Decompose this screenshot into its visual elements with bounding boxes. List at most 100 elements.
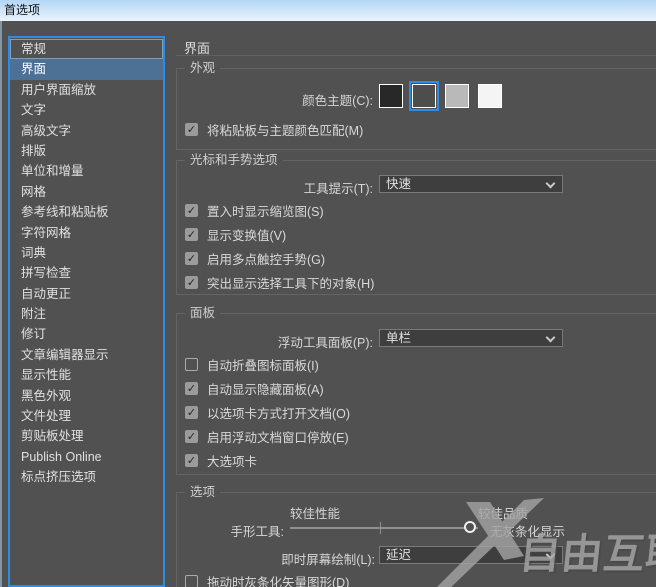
- check-icon: ✓: [187, 576, 196, 587]
- check-icon: ✓: [186, 253, 197, 265]
- checkbox-open-docs-as-tabs[interactable]: ✓ 以选项卡方式打开文档(O): [185, 403, 350, 421]
- sidebar-item[interactable]: 文章编辑器显示: [10, 345, 163, 365]
- check-icon: ✓: [186, 277, 197, 289]
- window-left-border: [0, 21, 2, 587]
- sidebar-item[interactable]: 参考线和粘贴板: [10, 202, 163, 222]
- better-performance-label: 较佳性能: [290, 507, 341, 521]
- live-screen-drawing-dropdown[interactable]: 延迟: [379, 546, 563, 564]
- checkbox-show-transform-values[interactable]: ✓ 显示变换值(V): [185, 225, 286, 243]
- checkbox-box[interactable]: ✓: [185, 430, 198, 443]
- checkbox-label: 显示变换值(V): [207, 229, 287, 243]
- sidebar-item[interactable]: 显示性能: [10, 365, 163, 385]
- appearance-legend: 外观: [185, 61, 221, 76]
- hand-tool-slider[interactable]: [290, 521, 480, 535]
- checkbox-box[interactable]: ✓: [185, 123, 198, 136]
- color-theme-label: 颜色主题(C):: [302, 94, 373, 108]
- checkbox-label: 自动折叠图标面板(I): [207, 359, 319, 373]
- check-icon: ✓: [186, 229, 197, 241]
- checkbox-highlight-object[interactable]: ✓ 突出显示选择工具下的对象(H): [185, 273, 374, 291]
- sidebar-item[interactable]: 自动更正: [10, 284, 163, 304]
- slider-track[interactable]: [290, 527, 478, 529]
- checkbox-large-tabs[interactable]: ✓ 大选项卡: [185, 451, 257, 469]
- check-icon: ✓: [186, 407, 197, 419]
- checkbox-label: 启用浮动文档窗口停放(E): [207, 431, 349, 445]
- sidebar-item[interactable]: 排版: [10, 141, 163, 161]
- checkbox-label: 拖动时灰条化矢量图形(D): [207, 576, 350, 587]
- check-icon: ✓: [187, 359, 196, 371]
- checkbox-auto-collapse-panels[interactable]: ✓ 自动折叠图标面板(I): [185, 355, 319, 373]
- live-screen-drawing-label: 即时屏幕绘制(L):: [281, 553, 375, 567]
- checkbox-box[interactable]: ✓: [185, 382, 198, 395]
- better-quality-label: 较佳品质: [478, 507, 529, 521]
- theme-swatch-darkest[interactable]: [379, 84, 403, 108]
- check-icon: ✓: [186, 124, 197, 136]
- checkbox-multitouch-gestures[interactable]: ✓ 启用多点触控手势(G): [185, 249, 325, 267]
- checkbox-greek-vector-graphics[interactable]: ✓ 拖动时灰条化矢量图形(D): [185, 572, 350, 587]
- options-legend: 选项: [185, 485, 221, 500]
- sidebar-item[interactable]: 用户界面缩放: [10, 80, 163, 100]
- sidebar-item[interactable]: 词典: [10, 243, 163, 263]
- chevron-down-icon: [545, 332, 556, 343]
- tooltips-label: 工具提示(T):: [303, 182, 373, 196]
- sidebar-list: 常规 界面 用户界面缩放 文字 高级文字 排版 单位和增量 网格 参考线和粘贴板 字符网格 词典 拼写…: [8, 36, 165, 587]
- checkbox-box[interactable]: ✓: [185, 575, 198, 587]
- checkbox-label: 启用多点触控手势(G): [207, 253, 326, 267]
- check-icon: ✓: [186, 205, 197, 217]
- sidebar-item[interactable]: 字符网格: [10, 223, 163, 243]
- sidebar-item[interactable]: Publish Online: [10, 447, 163, 467]
- checkbox-box[interactable]: ✓: [185, 228, 198, 241]
- sidebar-item[interactable]: 文字: [10, 100, 163, 120]
- cursor-gesture-group: 光标和手势选项 工具提示(T): 快速 ✓ 置入时显示缩览图(S) ✓ 显示变换值(…: [176, 153, 656, 295]
- sidebar-item[interactable]: 文件处理: [10, 406, 163, 426]
- floating-tools-value: 单栏: [386, 331, 412, 345]
- checkbox-box[interactable]: ✓: [185, 406, 198, 419]
- window-title: 首选项: [4, 3, 41, 17]
- sidebar-item[interactable]: 网格: [10, 182, 163, 202]
- checkbox-match-pasteboard[interactable]: ✓ 将粘贴板与主题颜色匹配(M): [185, 120, 363, 138]
- sidebar-item[interactable]: 界面: [10, 59, 163, 80]
- checkbox-box[interactable]: ✓: [185, 252, 198, 265]
- sidebar-item[interactable]: 附注: [10, 304, 163, 324]
- checkbox-auto-show-hidden-panels[interactable]: ✓ 自动显示隐藏面板(A): [185, 379, 324, 397]
- checkbox-label: 以选项卡方式打开文档(O): [207, 407, 351, 421]
- check-icon: ✓: [186, 383, 197, 395]
- window-titlebar[interactable]: 首选项: [0, 0, 656, 21]
- appearance-group: 外观 颜色主题(C): ✓ 将粘贴板与主题颜色匹配(M): [176, 61, 656, 150]
- sidebar-item[interactable]: 标点挤压选项: [10, 467, 163, 487]
- slider-thumb[interactable]: [464, 521, 476, 533]
- sidebar-item[interactable]: 黑色外观: [10, 386, 163, 406]
- checkbox-box[interactable]: ✓: [185, 276, 198, 289]
- cursor-gesture-legend: 光标和手势选项: [185, 153, 283, 168]
- sidebar-item[interactable]: 修订: [10, 324, 163, 344]
- floating-tools-label: 浮动工具面板(P):: [277, 336, 373, 350]
- check-icon: ✓: [186, 431, 197, 443]
- theme-swatch-lightest[interactable]: [478, 84, 502, 108]
- slider-midpoint-tick: [380, 522, 381, 534]
- checkbox-enable-floating-window-docking[interactable]: ✓ 启用浮动文档窗口停放(E): [185, 427, 349, 445]
- title-divider: [176, 55, 656, 56]
- panels-legend: 面板: [185, 306, 221, 321]
- no-greeking-label: 无灰条化显示: [490, 525, 566, 539]
- checkbox-box[interactable]: ✓: [185, 358, 198, 371]
- check-icon: ✓: [186, 455, 197, 467]
- checkbox-box[interactable]: ✓: [185, 454, 198, 467]
- theme-swatch-light-gray[interactable]: [445, 84, 469, 108]
- preferences-dialog: { "window": { "title": "首选项" }, "sidebar…: [0, 0, 656, 587]
- panels-group: 面板 浮动工具面板(P): 单栏 ✓ 自动折叠图标面板(I) ✓ 自动显示隐藏面板(…: [176, 306, 656, 475]
- sidebar-item[interactable]: 高级文字: [10, 121, 163, 141]
- sidebar-item[interactable]: 常规: [10, 39, 163, 59]
- chevron-down-icon: [545, 549, 556, 560]
- sidebar-item[interactable]: 拼写检查: [10, 263, 163, 283]
- checkbox-show-thumbnails[interactable]: ✓ 置入时显示缩览图(S): [185, 201, 324, 219]
- chevron-down-icon: [545, 178, 556, 189]
- options-group: 选项 较佳性能 较佳品质 手形工具: 无灰条化显示 即时屏幕绘制(L): 延迟 …: [176, 485, 656, 587]
- checkbox-label: 自动显示隐藏面板(A): [207, 383, 324, 397]
- floating-tools-dropdown[interactable]: 单栏: [379, 329, 563, 347]
- color-theme-swatches: [379, 81, 511, 111]
- live-screen-drawing-value: 延迟: [386, 548, 412, 562]
- checkbox-box[interactable]: ✓: [185, 204, 198, 217]
- tooltips-dropdown[interactable]: 快速: [379, 175, 563, 193]
- sidebar-item[interactable]: 单位和增量: [10, 161, 163, 181]
- theme-swatch-dark-gray[interactable]: [409, 81, 439, 111]
- sidebar-item[interactable]: 剪贴板处理: [10, 426, 163, 446]
